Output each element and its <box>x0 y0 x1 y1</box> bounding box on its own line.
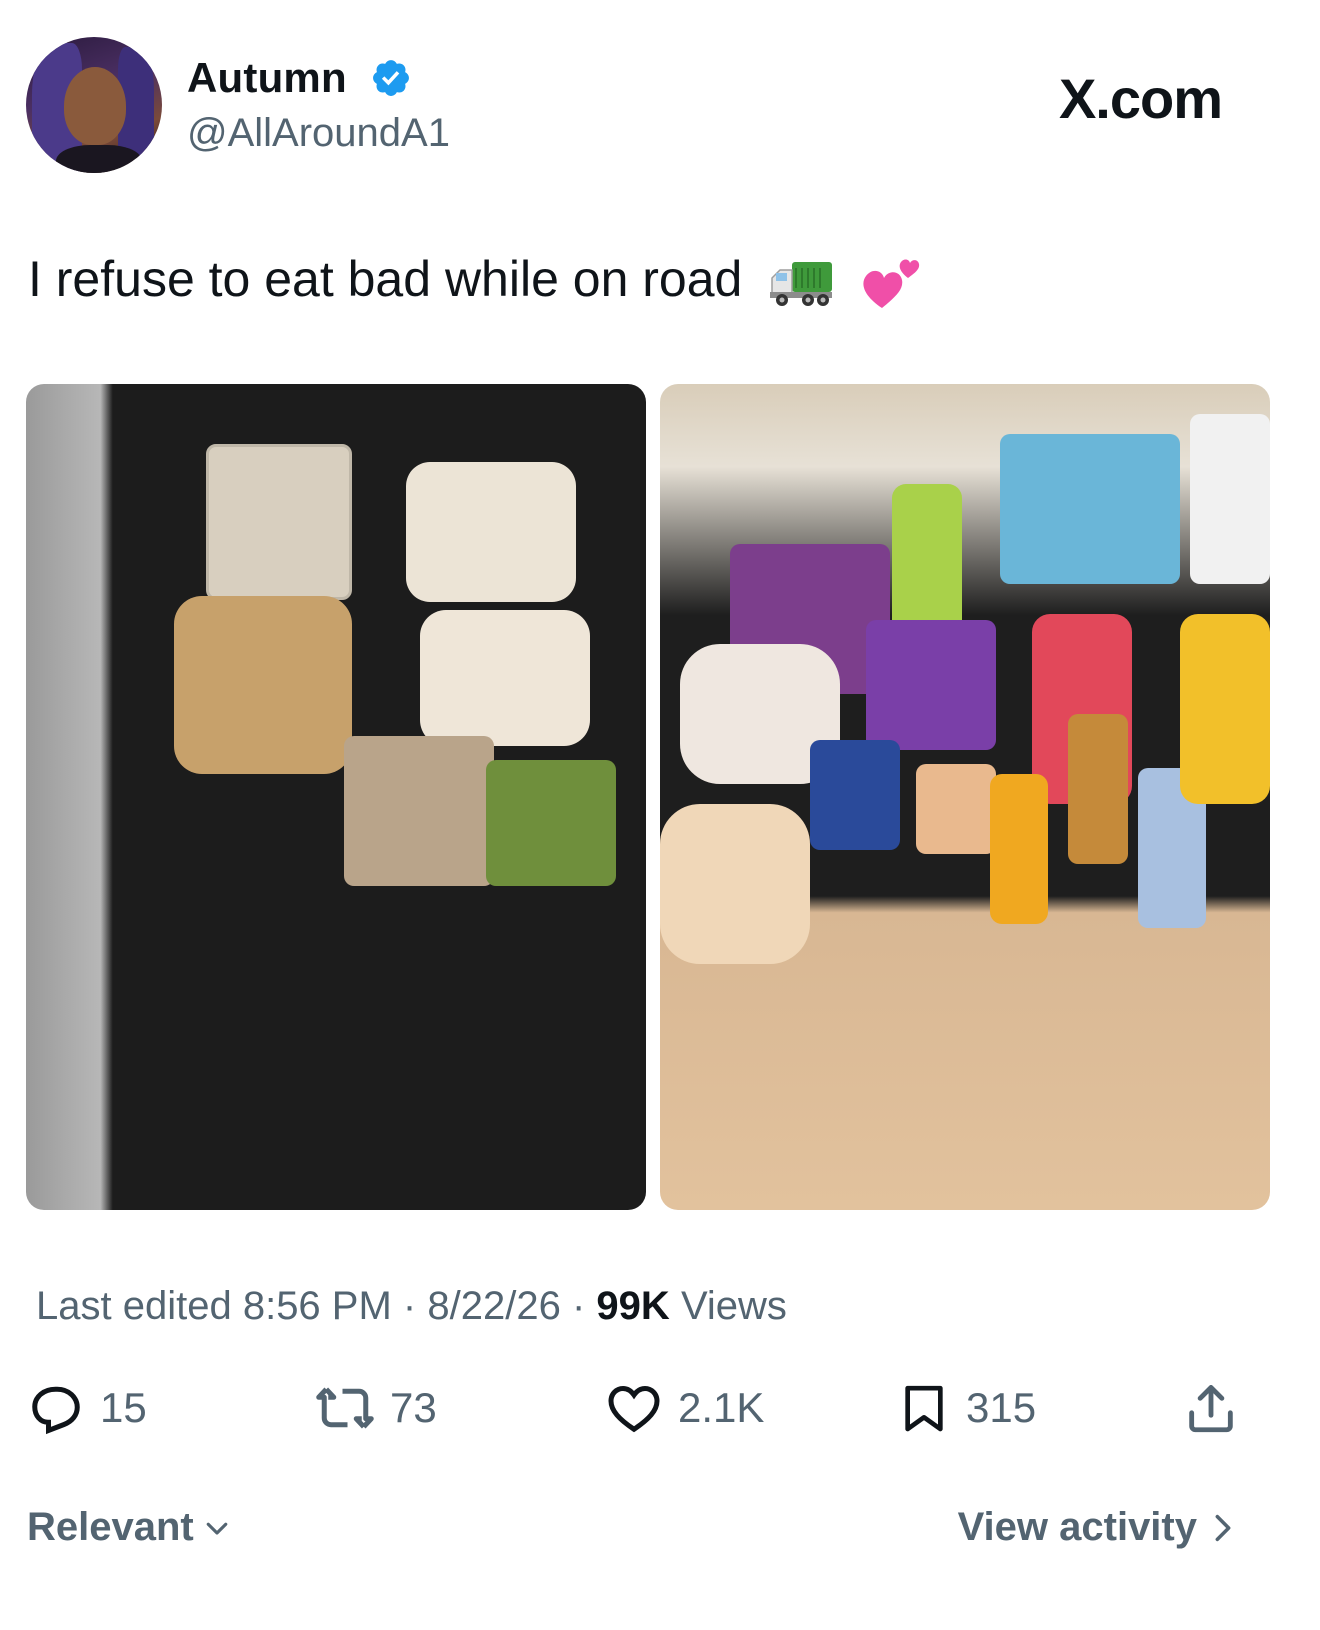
view-activity-link[interactable]: View activity <box>958 1505 1235 1550</box>
views-count: 99K <box>596 1284 670 1328</box>
views-label: Views <box>680 1284 787 1328</box>
post-date: 8/22/26 <box>427 1284 561 1328</box>
bookmark-count: 315 <box>966 1384 1037 1431</box>
avatar[interactable] <box>26 37 162 173</box>
edited-label[interactable]: Last edited <box>36 1284 232 1328</box>
repost-count: 73 <box>390 1384 437 1431</box>
delivery-truck-emoji-icon <box>770 261 833 306</box>
post-photo-groceries-on-checkout-belt[interactable] <box>26 384 646 1210</box>
bookmark-icon <box>905 1385 943 1432</box>
heart-icon <box>608 1385 660 1433</box>
post-photo-drinks-and-snacks-on-counter[interactable] <box>660 384 1270 1210</box>
chevron-down-icon <box>206 1522 228 1535</box>
like-count: 2.1K <box>678 1384 765 1431</box>
post-meta: Last edited 8:56 PM · 8/22/26 · 99K View… <box>36 1284 787 1329</box>
view-activity-label: View activity <box>957 1505 1197 1549</box>
reply-icon <box>32 1386 80 1435</box>
meta-separator-2: · <box>571 1284 586 1328</box>
chevron-right-icon <box>1215 1514 1231 1541</box>
like-button[interactable]: 2.1K <box>604 1378 764 1438</box>
author-handle[interactable]: @AllAroundA1 <box>187 111 450 156</box>
sort-label: Relevant <box>27 1505 194 1549</box>
reply-button[interactable]: 15 <box>26 1378 147 1438</box>
brand-label: X.com <box>1058 67 1223 130</box>
post-text: I refuse to eat bad while on road <box>28 250 922 312</box>
share-button[interactable] <box>1182 1378 1240 1438</box>
sort-dropdown[interactable]: Relevant <box>27 1505 232 1550</box>
verified-badge-icon <box>373 60 409 96</box>
post-body: I refuse to eat bad while on road <box>28 251 743 307</box>
repost-button[interactable]: 73 <box>314 1378 437 1438</box>
meta-separator: · <box>402 1284 417 1328</box>
share-icon <box>1189 1385 1233 1433</box>
repost-icon <box>316 1387 374 1429</box>
revolving-hearts-emoji-icon <box>863 259 920 308</box>
author-name[interactable]: Autumn <box>187 54 347 102</box>
reply-count: 15 <box>100 1384 147 1431</box>
post-time: 8:56 PM <box>242 1284 392 1328</box>
bookmark-button[interactable]: 315 <box>896 1378 1036 1438</box>
